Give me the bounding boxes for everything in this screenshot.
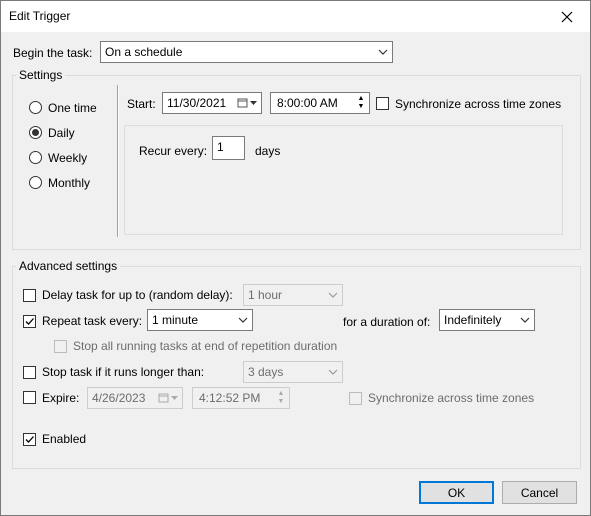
radio-one-time-label[interactable]: One time bbox=[48, 101, 97, 115]
begin-task-dropdown[interactable]: On a schedule bbox=[100, 41, 393, 63]
expire-sync-label[interactable]: Synchronize across time zones bbox=[368, 391, 534, 405]
edit-trigger-dialog: Edit Trigger Begin the task: On a schedu… bbox=[0, 0, 591, 516]
expire-time-spinner[interactable]: 4:12:52 PM ▲ ▼ bbox=[192, 387, 290, 409]
sync-timezones-checkbox[interactable] bbox=[376, 97, 389, 110]
radio-one-time[interactable] bbox=[29, 101, 42, 114]
radio-weekly-label[interactable]: Weekly bbox=[48, 151, 87, 165]
settings-separator-highlight bbox=[118, 85, 119, 237]
recur-unit-label: days bbox=[255, 144, 281, 158]
sync-timezones-label[interactable]: Synchronize across time zones bbox=[395, 97, 561, 111]
spin-arrows-icon[interactable]: ▲ ▼ bbox=[273, 388, 289, 408]
delay-task-checkbox[interactable] bbox=[23, 289, 36, 302]
expire-label[interactable]: Expire: bbox=[42, 391, 79, 405]
radio-daily[interactable] bbox=[29, 126, 42, 139]
ok-button[interactable]: OK bbox=[419, 481, 494, 504]
expire-sync-checkbox[interactable] bbox=[349, 392, 362, 405]
radio-monthly-label[interactable]: Monthly bbox=[48, 176, 90, 190]
start-time-value: 8:00:00 AM bbox=[277, 96, 338, 110]
start-label: Start: bbox=[127, 97, 156, 111]
stop-longer-dropdown[interactable]: 3 days bbox=[243, 361, 343, 383]
start-date-picker[interactable]: 11/30/2021 bbox=[162, 92, 262, 114]
chevron-down-icon bbox=[234, 310, 252, 330]
duration-dropdown[interactable]: Indefinitely bbox=[439, 309, 535, 331]
expire-time-value: 4:12:52 PM bbox=[199, 391, 261, 405]
advanced-settings-title: Advanced settings bbox=[16, 259, 121, 273]
recur-every-input[interactable]: 1 bbox=[212, 136, 245, 160]
stop-longer-checkbox[interactable] bbox=[23, 366, 36, 379]
close-button[interactable] bbox=[544, 1, 590, 32]
duration-label: for a duration of: bbox=[343, 315, 431, 329]
delay-task-label[interactable]: Delay task for up to (random delay): bbox=[42, 288, 233, 302]
recur-panel bbox=[124, 125, 563, 235]
expire-date-picker[interactable]: 4/26/2023 bbox=[87, 387, 183, 409]
radio-monthly[interactable] bbox=[29, 176, 42, 189]
radio-weekly[interactable] bbox=[29, 151, 42, 164]
repeat-task-label[interactable]: Repeat task every: bbox=[42, 314, 142, 328]
stop-longer-value: 3 days bbox=[248, 365, 284, 379]
repeat-task-value: 1 minute bbox=[152, 313, 199, 327]
delay-task-value: 1 hour bbox=[248, 288, 283, 302]
window-title: Edit Trigger bbox=[9, 9, 71, 23]
title-bar: Edit Trigger bbox=[1, 1, 590, 32]
chevron-down-icon bbox=[324, 362, 342, 382]
repeat-task-checkbox[interactable] bbox=[23, 315, 36, 328]
begin-task-value: On a schedule bbox=[105, 45, 183, 59]
repeat-task-dropdown[interactable]: 1 minute bbox=[147, 309, 253, 331]
checkmark-icon bbox=[25, 436, 34, 443]
radio-daily-label[interactable]: Daily bbox=[48, 126, 75, 140]
recur-every-label: Recur every: bbox=[139, 144, 208, 158]
checkmark-icon bbox=[25, 318, 34, 325]
chevron-down-icon bbox=[516, 310, 534, 330]
delay-task-dropdown[interactable]: 1 hour bbox=[243, 284, 343, 306]
stop-all-label[interactable]: Stop all running tasks at end of repetit… bbox=[73, 339, 337, 353]
enabled-label[interactable]: Enabled bbox=[42, 432, 86, 446]
chevron-down-icon bbox=[374, 42, 392, 62]
close-icon bbox=[561, 11, 573, 22]
calendar-icon bbox=[156, 388, 182, 408]
calendar-icon bbox=[235, 93, 261, 113]
start-date-value: 11/30/2021 bbox=[167, 96, 227, 110]
chevron-down-icon bbox=[324, 285, 342, 305]
stop-longer-label[interactable]: Stop task if it runs longer than: bbox=[42, 365, 204, 379]
cancel-button[interactable]: Cancel bbox=[502, 481, 577, 504]
stop-all-checkbox[interactable] bbox=[54, 340, 67, 353]
start-time-spinner[interactable]: 8:00:00 AM ▲ ▼ bbox=[270, 92, 370, 114]
enabled-checkbox[interactable] bbox=[23, 433, 36, 446]
duration-value: Indefinitely bbox=[444, 313, 502, 327]
begin-task-label: Begin the task: bbox=[13, 46, 93, 60]
expire-checkbox[interactable] bbox=[23, 391, 36, 404]
spin-arrows-icon[interactable]: ▲ ▼ bbox=[353, 93, 369, 113]
settings-group-title: Settings bbox=[16, 68, 66, 82]
expire-date-value: 4/26/2023 bbox=[92, 391, 146, 405]
